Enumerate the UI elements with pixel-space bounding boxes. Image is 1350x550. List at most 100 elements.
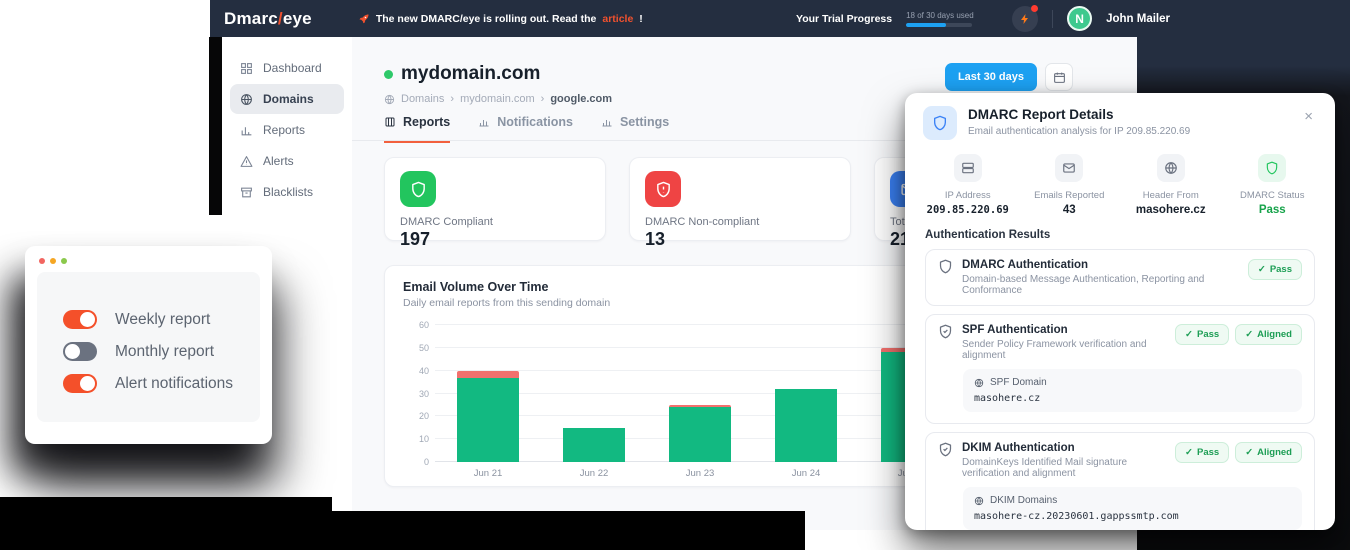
bar-segment-compliant [457,378,518,462]
archive-icon [240,186,253,199]
tab-settings[interactable]: Settings [601,115,669,143]
announcement-banner: The new DMARC/eye is rolling out. Read t… [358,13,643,25]
modal-stat-ip: IP Address 209.85.220.69 [917,154,1019,216]
globe-icon [974,378,984,388]
breadcrumb-mydomain[interactable]: mydomain.com [460,93,535,105]
upgrade-bolt-button[interactable] [1012,6,1038,32]
x-axis-tick-label: Jun 24 [753,468,859,479]
shield-icon [938,259,953,274]
auth-title: DKIM Authentication [962,442,1166,454]
auth-desc: DomainKeys Identified Mail signature ver… [962,457,1166,479]
check-icon: ✓ [1185,329,1193,340]
auth-card-text: DMARC Authentication Domain-based Messag… [962,259,1239,296]
toggle-list: Weekly report Monthly report Alert notif… [37,272,260,422]
shield-icon [923,106,957,140]
mail-icon [1055,154,1083,182]
stat-card-noncompliant: DMARC Non-compliant 13 [629,157,851,241]
monthly-report-toggle[interactable] [63,342,97,361]
breadcrumb-domains[interactable]: Domains [401,93,444,105]
logo-part1: Dmarc [224,9,278,28]
detail-label-row: DKIM Domains [974,495,1291,506]
chart-bar[interactable] [669,405,730,462]
user-name[interactable]: John Mailer [1106,13,1170,25]
detail-label: DKIM Domains [990,495,1057,506]
tab-label: Settings [620,115,669,129]
modal-title: DMARC Report Details [968,106,1190,122]
modal-stat-value: Pass [1222,204,1324,216]
tab-reports[interactable]: Reports [384,115,450,143]
badges: ✓Pass ✓ Aligned [1175,442,1302,463]
sidebar-item-blacklists[interactable]: Blacklists [230,177,344,207]
tab-notifications[interactable]: Notifications [478,115,573,143]
breadcrumb-current: google.com [550,93,612,105]
traffic-yellow-dot [50,258,56,264]
chevron-icon: › [450,93,454,105]
toggle-knob [80,376,95,391]
aligned-badge: ✓ Aligned [1235,442,1302,463]
date-range-button[interactable]: Last 30 days [945,63,1037,91]
app-logo[interactable]: Dmarc/eye [224,9,312,29]
spf-auth-card: SPF Authentication Sender Policy Framewo… [925,314,1315,424]
alert-notifications-toggle[interactable] [63,374,97,393]
trial-progress: 18 of 30 days used [906,11,998,27]
x-axis-tick-label: Jun 23 [647,468,753,479]
pass-badge: ✓Pass [1175,442,1229,463]
modal-header: DMARC Report Details Email authenticatio… [905,93,1335,148]
detail-value: masohere.cz [974,393,1291,404]
tab-bar: Reports Notifications Settings [384,115,669,143]
stat-value: 13 [645,229,835,250]
toggle-knob [80,312,95,327]
check-icon: ✓ [1245,447,1253,458]
check-icon: ✓ [1258,264,1266,275]
auth-card-text: SPF Authentication Sender Policy Framewo… [962,324,1166,361]
trial-progress-bar [906,23,972,27]
sidebar-item-domains[interactable]: Domains [230,84,344,114]
dkim-auth-card: DKIM Authentication DomainKeys Identifie… [925,432,1315,530]
auth-results-heading: Authentication Results [925,229,1315,241]
chart-bar[interactable] [457,371,518,462]
toggle-label: Monthly report [115,343,214,361]
chart-bar[interactable] [563,428,624,462]
breadcrumb: Domains › mydomain.com › google.com [384,93,612,105]
bar-segment-compliant [563,428,624,462]
rocket-icon [358,13,370,25]
bar-segment-compliant [775,389,836,462]
bar-chart-icon [478,116,490,128]
chart-bar-slot [753,325,859,462]
page-head: mydomain.com Domains › mydomain.com › go… [384,63,612,105]
badge-label: Aligned [1257,447,1292,458]
globe-icon [1157,154,1185,182]
notification-settings-panel: Weekly report Monthly report Alert notif… [25,246,272,444]
sidebar-item-label: Domains [263,92,314,106]
avatar[interactable]: N [1067,6,1092,31]
announcement-article-link[interactable]: article [602,13,633,25]
x-axis-tick-label: Jun 21 [435,468,541,479]
close-icon[interactable]: × [1300,106,1317,127]
y-axis-tick-label: 10 [403,434,429,444]
sidebar-item-reports[interactable]: Reports [230,115,344,145]
auth-card-head: DMARC Authentication Domain-based Messag… [938,259,1302,296]
bar-chart-icon [240,124,253,137]
weekly-report-toggle[interactable] [63,310,97,329]
sidebar-item-dashboard[interactable]: Dashboard [230,53,344,83]
y-axis-tick-label: 50 [403,343,429,353]
shield-icon [400,171,436,207]
server-icon [954,154,982,182]
domain-name: mydomain.com [401,63,540,85]
calendar-button[interactable] [1045,63,1073,91]
spf-domain-box: SPF Domain masohere.cz [963,369,1302,412]
sidebar-item-label: Blacklists [263,185,313,199]
modal-subtitle: Email authentication analysis for IP 209… [968,126,1190,137]
traffic-red-dot [39,258,45,264]
sidebar-item-label: Alerts [263,154,294,168]
chart-bar[interactable] [775,389,836,462]
sidebar-item-alerts[interactable]: Alerts [230,146,344,176]
bottom-shadow-left [0,497,332,550]
toggle-label: Alert notifications [115,375,233,393]
page-title: mydomain.com [384,63,612,85]
sidebar-item-label: Reports [263,123,305,137]
announcement-text: The new DMARC/eye is rolling out. Read t… [376,13,597,25]
navbar-right: Your Trial Progress 18 of 30 days used N… [796,6,1170,32]
tab-label: Reports [403,115,450,129]
modal-title-block: DMARC Report Details Email authenticatio… [968,106,1190,137]
